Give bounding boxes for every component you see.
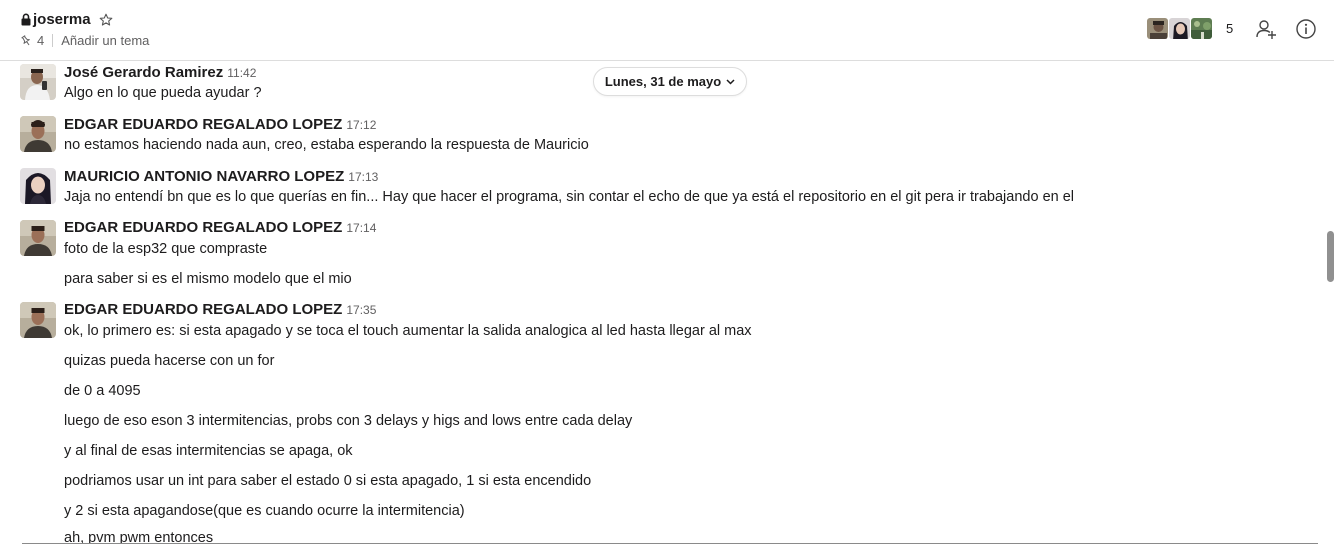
message-text: podriamos usar un int para saber el esta… xyxy=(64,473,592,489)
add-user-icon[interactable] xyxy=(1255,18,1277,40)
message-text: Algo en lo que pueda ayudar ? xyxy=(64,85,262,101)
date-divider-button[interactable]: Lunes, 31 de mayo xyxy=(593,67,747,96)
message-timestamp[interactable]: 17:35 xyxy=(346,303,376,317)
member-list-button[interactable]: 5 xyxy=(1146,17,1233,40)
message-sender[interactable]: MAURICIO ANTONIO NAVARRO LOPEZ 17:13 xyxy=(64,168,378,185)
message-text: y 2 si esta apagandose(que es cuando ocu… xyxy=(64,503,465,519)
message-timestamp[interactable]: 11:42 xyxy=(227,66,256,80)
member-count: 5 xyxy=(1226,21,1234,36)
message-timestamp[interactable]: 17:14 xyxy=(346,221,376,235)
pinned-count[interactable]: 4 xyxy=(37,33,44,48)
avatar[interactable] xyxy=(20,302,56,338)
sender-name[interactable]: MAURICIO ANTONIO NAVARRO LOPEZ xyxy=(64,168,344,185)
channel-header: joserma 4 Añadir un tema 5 xyxy=(0,0,1334,61)
message-sender[interactable]: EDGAR EDUARDO REGALADO LOPEZ 17:12 xyxy=(64,116,376,133)
add-topic-link[interactable]: Añadir un tema xyxy=(61,33,149,48)
lock-icon xyxy=(21,13,31,26)
star-icon[interactable] xyxy=(99,13,113,27)
avatar[interactable] xyxy=(20,168,56,204)
channel-title[interactable]: joserma xyxy=(21,11,113,28)
member-avatar xyxy=(1146,17,1169,40)
meta-divider xyxy=(52,34,54,47)
channel-meta: 4 Añadir un tema xyxy=(20,33,149,48)
pin-icon[interactable] xyxy=(20,34,32,47)
avatar[interactable] xyxy=(20,64,56,100)
message-sender[interactable]: José Gerardo Ramirez 11:42 xyxy=(64,64,256,81)
date-divider-label: Lunes, 31 de mayo xyxy=(604,74,722,89)
sender-name[interactable]: EDGAR EDUARDO REGALADO LOPEZ xyxy=(64,301,342,318)
message-text: quizas pueda hacerse con un for xyxy=(64,353,275,369)
sender-name[interactable]: EDGAR EDUARDO REGALADO LOPEZ xyxy=(64,219,342,236)
message-text: de 0 a 4095 xyxy=(64,383,141,399)
info-icon[interactable] xyxy=(1295,18,1317,40)
message-text: para saber si es el mismo modelo que el … xyxy=(64,271,352,287)
sender-name[interactable]: José Gerardo Ramirez xyxy=(64,64,223,81)
message-sender[interactable]: EDGAR EDUARDO REGALADO LOPEZ 17:14 xyxy=(64,219,376,236)
avatar[interactable] xyxy=(20,220,56,256)
message-text: ok, lo primero es: si esta apagado y se … xyxy=(64,323,752,339)
avatar[interactable] xyxy=(20,116,56,152)
composer-top-border xyxy=(22,543,1318,544)
message-text: y al final de esas intermitencias se apa… xyxy=(64,443,353,459)
message-text: no estamos haciendo nada aun, creo, esta… xyxy=(64,137,589,153)
message-text: ah, pvm pwm entonces xyxy=(64,530,214,543)
message-timestamp[interactable]: 17:12 xyxy=(346,118,376,132)
channel-name: joserma xyxy=(33,11,91,28)
member-avatar xyxy=(1168,17,1191,40)
message-timestamp[interactable]: 17:13 xyxy=(348,170,378,184)
message-sender[interactable]: EDGAR EDUARDO REGALADO LOPEZ 17:35 xyxy=(64,301,376,318)
message-text: luego de eso eson 3 intermitencias, prob… xyxy=(64,413,633,429)
member-avatar xyxy=(1190,17,1213,40)
message-text: Jaja no entendí bn que es lo que querías… xyxy=(64,189,1075,205)
message-text: foto de la esp32 que compraste xyxy=(64,241,268,257)
sender-name[interactable]: EDGAR EDUARDO REGALADO LOPEZ xyxy=(64,116,342,133)
chevron-down-icon xyxy=(726,78,735,85)
scrollbar-thumb[interactable] xyxy=(1327,231,1334,282)
